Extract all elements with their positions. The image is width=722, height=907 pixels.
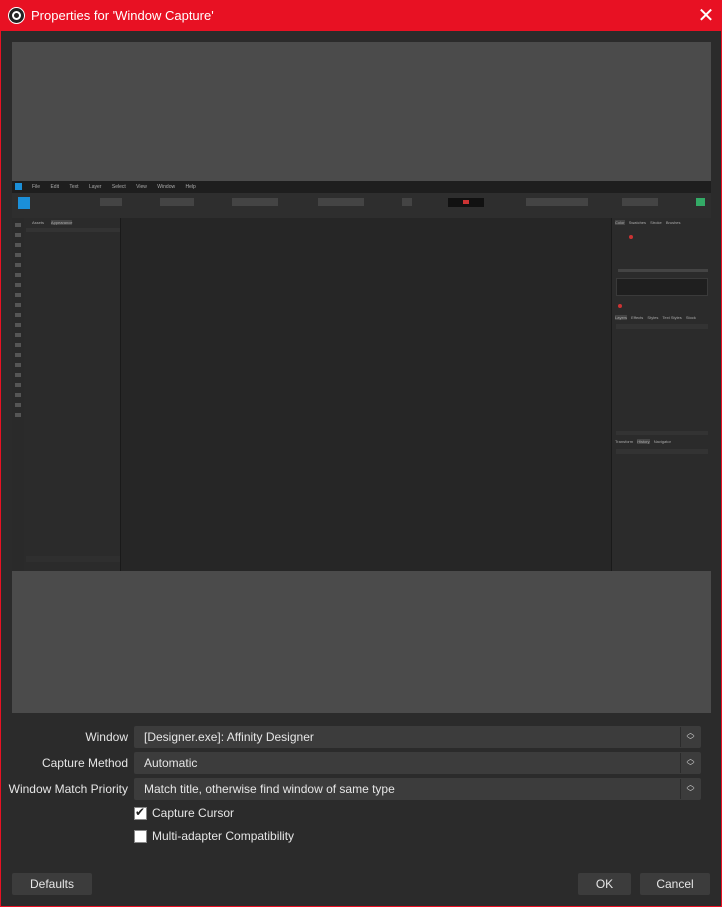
cancel-button[interactable]: Cancel xyxy=(640,873,710,895)
ok-button[interactable]: OK xyxy=(578,873,631,895)
window-row: Window [Designer.exe]: Affinity Designer… xyxy=(1,726,721,748)
multi-adapter-checkbox[interactable] xyxy=(134,830,147,843)
captured-layers-toolbar xyxy=(616,324,708,329)
captured-toolbar-icons xyxy=(402,198,412,206)
captured-toolbar-persona-icon xyxy=(18,197,30,209)
captured-color-dot xyxy=(629,235,633,239)
captured-menu-item: File xyxy=(32,184,41,190)
captured-tab: Assets xyxy=(32,220,45,225)
match-priority-select[interactable]: Match title, otherwise find window of sa… xyxy=(134,778,701,800)
captured-tab: Text Styles xyxy=(662,315,682,320)
capture-preview: File Edit Text Layer Select View Window … xyxy=(12,42,711,713)
captured-color-dot xyxy=(618,304,622,308)
captured-tab: Stroke xyxy=(650,220,662,225)
window-select[interactable]: [Designer.exe]: Affinity Designer ︿ ﹀ xyxy=(134,726,701,748)
updown-arrows-icon[interactable]: ︿ ﹀ xyxy=(680,779,700,799)
defaults-button[interactable]: Defaults xyxy=(12,873,92,895)
captured-tab: Styles xyxy=(647,315,659,320)
captured-left-panel-header xyxy=(26,228,120,232)
capture-cursor-label[interactable]: Capture Cursor xyxy=(152,806,234,820)
captured-menu-item: View xyxy=(136,184,147,190)
captured-menu-item: Window xyxy=(157,184,176,190)
captured-canvas xyxy=(122,218,611,571)
captured-layers-footer xyxy=(616,431,708,435)
captured-tab: Brushes xyxy=(665,220,681,225)
match-priority-select-value: Match title, otherwise find window of sa… xyxy=(144,782,395,796)
capture-method-select[interactable]: Automatic ︿ ﹀ xyxy=(134,752,701,774)
obs-logo-icon xyxy=(8,7,25,24)
captured-menu: File Edit Text Layer Select View Window … xyxy=(32,184,212,190)
capture-method-select-value: Automatic xyxy=(144,756,198,770)
captured-right-tabs-top: Color Swatches Stroke Brushes xyxy=(615,220,709,227)
updown-arrows-icon[interactable]: ︿ ﹀ xyxy=(680,727,700,747)
captured-right-tabs-mid: Layers Effects Styles Text Styles Stock xyxy=(615,315,709,322)
captured-window-image: File Edit Text Layer Select View Window … xyxy=(12,181,711,571)
capture-method-label: Capture Method xyxy=(41,756,128,770)
captured-toolbar-icons xyxy=(526,198,588,206)
captured-toolbar-icons xyxy=(696,198,705,206)
captured-tab: Swatches xyxy=(628,220,647,225)
captured-menu-item: Help xyxy=(185,184,196,190)
captured-menu-item: Edit xyxy=(50,184,60,190)
captured-tools-icons xyxy=(15,223,21,423)
captured-toolbar-icons xyxy=(100,198,122,206)
captured-menu-item: Select xyxy=(111,184,126,190)
captured-tab: Appearance xyxy=(50,220,73,225)
captured-tab: Effects xyxy=(631,315,644,320)
captured-left-tabs: Assets Appearance xyxy=(26,220,116,227)
capture-cursor-checkbox[interactable]: ✔ xyxy=(134,805,147,820)
captured-history-row xyxy=(616,449,708,454)
captured-left-panel xyxy=(24,218,121,571)
title-bar: Properties for 'Window Capture' ✕ xyxy=(0,0,722,31)
captured-left-panel-footer xyxy=(26,556,120,562)
captured-right-tabs-bottom: Transform History Navigator xyxy=(615,439,709,446)
close-icon[interactable]: ✕ xyxy=(690,0,722,31)
captured-tab: Layers xyxy=(615,315,628,320)
updown-arrows-icon[interactable]: ︿ ﹀ xyxy=(680,753,700,773)
captured-tab: Transform xyxy=(615,439,634,444)
checkmark-icon: ✔ xyxy=(135,805,146,819)
dialog-body: File Edit Text Layer Select View Window … xyxy=(1,31,721,906)
capture-method-row: Capture Method Automatic ︿ ﹀ xyxy=(1,752,721,774)
captured-toolbar-icons xyxy=(232,198,278,206)
captured-app-logo-icon xyxy=(15,183,22,190)
captured-color-box xyxy=(616,278,708,296)
window-title: Properties for 'Window Capture' xyxy=(31,8,214,23)
captured-toolbar-swatch xyxy=(463,200,469,204)
captured-toolbar-icons xyxy=(160,198,194,206)
captured-color-slider xyxy=(618,269,708,272)
multi-adapter-label[interactable]: Multi-adapter Compatibility xyxy=(152,829,294,843)
captured-menu-item: Layer xyxy=(88,184,102,190)
captured-tab: Color xyxy=(615,220,625,225)
captured-tab: History xyxy=(637,439,650,444)
captured-menu-item: Text xyxy=(69,184,79,190)
window-label: Window xyxy=(85,730,128,744)
captured-toolbar-icons xyxy=(622,198,658,206)
captured-tab: Navigator xyxy=(653,439,671,444)
match-priority-label: Window Match Priority xyxy=(8,782,128,796)
captured-tab: Stock xyxy=(685,315,696,320)
captured-toolbar-icons xyxy=(318,198,364,206)
match-priority-row: Window Match Priority Match title, other… xyxy=(1,778,721,800)
window-select-value: [Designer.exe]: Affinity Designer xyxy=(144,730,314,744)
